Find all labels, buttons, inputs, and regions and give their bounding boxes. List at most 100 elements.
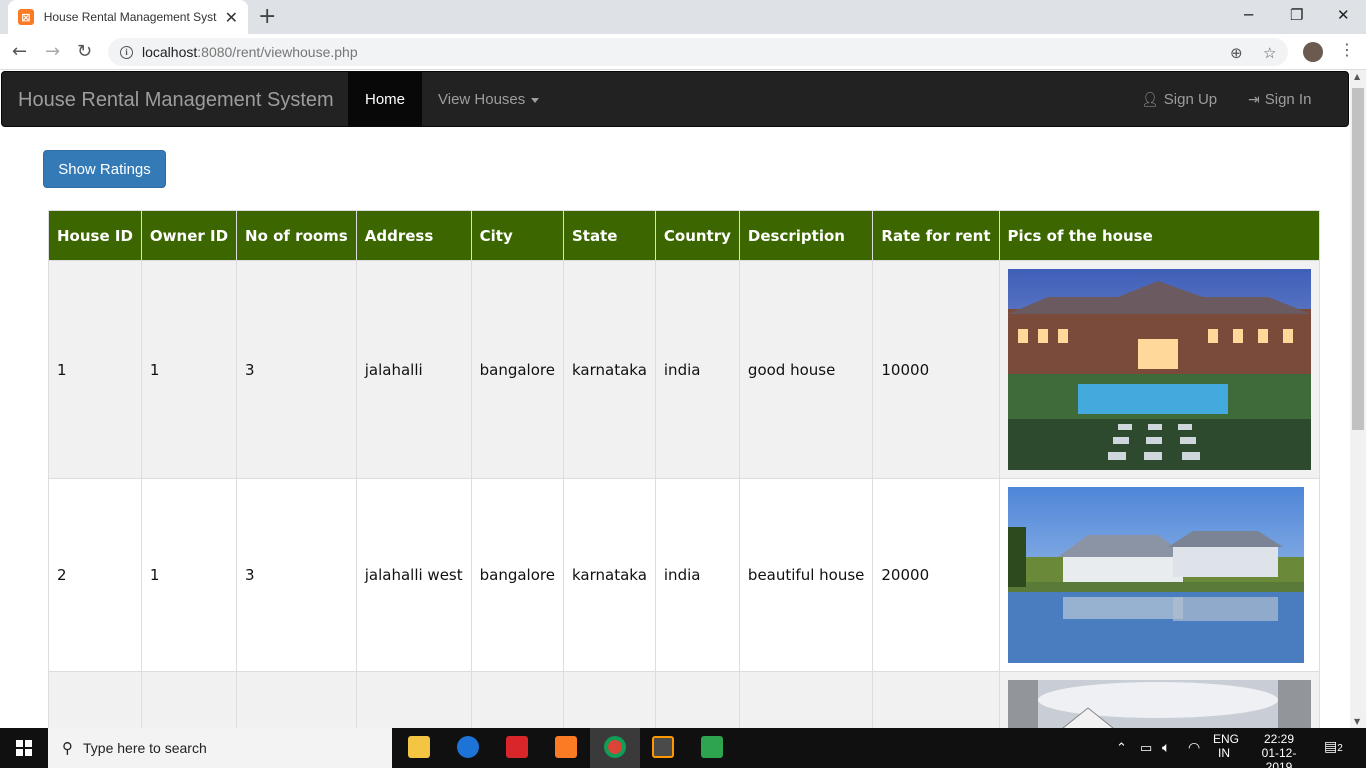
cell-rooms: 3 xyxy=(236,260,357,479)
cell-address: jalahalli west xyxy=(355,478,472,672)
zoom-icon[interactable]: ⊕ xyxy=(1230,44,1243,62)
xampp-icon[interactable] xyxy=(555,736,577,758)
windows-taskbar: ⚲ Type here to search ⌃ ▭ 🔈︎ ◠ ENG IN 22… xyxy=(0,728,1366,774)
cloud-download-icon[interactable] xyxy=(701,736,723,758)
bookmark-star-icon[interactable]: ☆ xyxy=(1263,44,1276,62)
cell-state: karnataka xyxy=(562,478,656,672)
wifi-icon[interactable]: ◠ xyxy=(1188,739,1200,756)
edge-icon[interactable] xyxy=(457,736,479,758)
page-viewport: House Rental Management System Home View… xyxy=(0,70,1350,728)
header-description: Description xyxy=(738,210,874,261)
sign-up-label: Sign Up xyxy=(1163,91,1218,108)
close-window-icon[interactable]: ✕ xyxy=(1337,6,1350,24)
chrome-taskbar-active[interactable] xyxy=(590,728,640,768)
start-button[interactable] xyxy=(0,728,48,768)
scroll-up-icon[interactable]: ▲ xyxy=(1354,72,1360,81)
language-code: ENG xyxy=(1213,732,1240,746)
cell-pic xyxy=(998,671,1320,728)
houses-table: House ID Owner ID No of rooms Address Ci… xyxy=(48,210,1320,728)
user-icon: 👤︎ xyxy=(1141,91,1159,107)
battery-icon[interactable]: ▭ xyxy=(1140,740,1152,756)
cell-house-id: 1 xyxy=(48,260,142,479)
cell-house-id: 2 xyxy=(48,478,142,672)
cell-empty xyxy=(654,671,740,728)
search-icon: ⚲ xyxy=(62,739,73,757)
cell-pic xyxy=(998,260,1320,479)
table-row: 1 1 3 jalahalli bangalore karnataka indi… xyxy=(48,260,1320,479)
cell-city: bangalore xyxy=(470,478,564,672)
scroll-thumb[interactable] xyxy=(1352,88,1364,430)
cell-empty xyxy=(355,671,472,728)
table-header-row: House ID Owner ID No of rooms Address Ci… xyxy=(48,210,1320,261)
cell-state: karnataka xyxy=(562,260,656,479)
cell-pic xyxy=(998,478,1320,672)
volume-icon[interactable]: 🔈︎ xyxy=(1162,739,1170,756)
table-row: 2 1 3 jalahalli west bangalore karnataka… xyxy=(48,478,1320,672)
reader-app-icon[interactable] xyxy=(506,736,528,758)
cell-empty xyxy=(140,671,238,728)
clock-date: 01-12-2019 xyxy=(1261,746,1297,774)
cell-rooms: 3 xyxy=(236,478,357,672)
new-tab-icon[interactable]: + xyxy=(258,4,276,29)
back-icon[interactable]: ← xyxy=(12,41,27,62)
region-code: IN xyxy=(1218,746,1230,760)
cell-country: india xyxy=(654,260,740,479)
file-explorer-icon[interactable] xyxy=(408,736,430,758)
nav-view-houses-dropdown[interactable]: View Houses xyxy=(438,91,540,108)
cell-empty xyxy=(738,671,874,728)
header-state: State xyxy=(562,210,656,261)
page-scrollbar[interactable]: ▲ ▼ xyxy=(1350,70,1366,728)
language-indicator[interactable]: ENG IN xyxy=(1213,732,1239,760)
nav-view-houses-label: View Houses xyxy=(438,91,526,108)
browser-tab[interactable]: ⊠ House Rental Management Syste ✕ xyxy=(8,0,248,34)
browser-menu-icon[interactable]: ⋮ xyxy=(1339,40,1355,59)
minimize-icon[interactable]: ─ xyxy=(1244,6,1253,24)
cell-owner-id: 1 xyxy=(140,478,238,672)
info-icon[interactable]: i xyxy=(120,45,133,59)
header-country: Country xyxy=(654,210,740,261)
site-navbar: House Rental Management System Home View… xyxy=(1,71,1349,127)
header-rate-for-rent: Rate for rent xyxy=(872,210,1000,261)
header-city: City xyxy=(470,210,564,261)
tray-chevron-icon[interactable]: ⌃ xyxy=(1116,740,1127,756)
table-row xyxy=(48,671,1320,728)
header-owner-id: Owner ID xyxy=(140,210,238,261)
header-address: Address xyxy=(355,210,472,261)
forward-icon[interactable]: → xyxy=(45,41,60,62)
scroll-down-icon[interactable]: ▼ xyxy=(1354,717,1360,726)
cell-empty xyxy=(48,671,142,728)
house-photo xyxy=(1007,680,1311,728)
profile-avatar[interactable] xyxy=(1303,42,1323,62)
cell-address: jalahalli xyxy=(355,260,472,479)
cell-city: bangalore xyxy=(470,260,564,479)
sign-in-icon: ⇥ xyxy=(1248,91,1260,107)
show-ratings-button[interactable]: Show Ratings xyxy=(43,150,166,188)
url-host: localhost xyxy=(142,44,198,60)
house-photo xyxy=(1007,487,1304,663)
cell-rate: 20000 xyxy=(872,478,1000,672)
nav-sign-up[interactable]: 👤︎ Sign Up xyxy=(1141,91,1217,108)
house-photo xyxy=(1007,269,1311,470)
site-brand[interactable]: House Rental Management System xyxy=(18,89,334,112)
cell-empty xyxy=(470,671,564,728)
nav-home[interactable]: Home xyxy=(348,72,422,126)
header-house-id: House ID xyxy=(48,210,142,261)
url-input[interactable]: i localhost :8080/rent/viewhouse.php ⊕ ☆ xyxy=(108,38,1288,66)
taskbar-search-input[interactable]: ⚲ Type here to search xyxy=(48,728,392,768)
address-bar-row: ← → ↻ i localhost :8080/rent/viewhouse.p… xyxy=(0,34,1366,70)
restore-icon[interactable]: ❐ xyxy=(1290,6,1303,24)
cell-empty xyxy=(236,671,357,728)
notification-icon[interactable]: ▤2 xyxy=(1324,738,1343,755)
cell-description: beautiful house xyxy=(738,478,874,672)
cell-country: india xyxy=(654,478,740,672)
windows-logo-icon xyxy=(16,740,32,756)
notification-count: 2 xyxy=(1337,743,1343,754)
cell-empty xyxy=(872,671,1000,728)
close-tab-icon[interactable]: ✕ xyxy=(225,8,238,27)
xampp-favicon-icon: ⊠ xyxy=(18,9,34,25)
nav-sign-in[interactable]: ⇥ Sign In xyxy=(1248,91,1311,108)
sublime-text-icon[interactable] xyxy=(652,736,674,758)
cell-description: good house xyxy=(738,260,874,479)
reload-icon[interactable]: ↻ xyxy=(77,41,92,62)
header-pics: Pics of the house xyxy=(998,210,1320,261)
